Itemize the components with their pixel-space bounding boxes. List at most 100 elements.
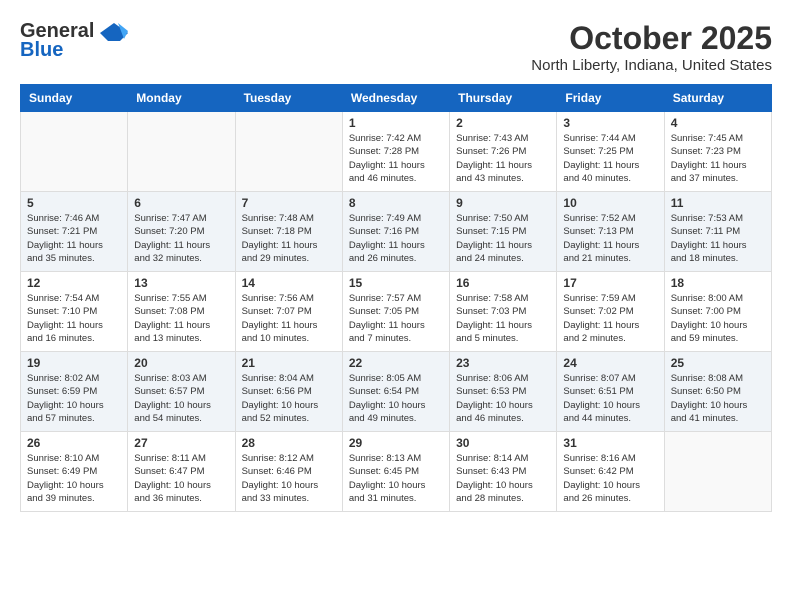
day-number: 13 [134,276,228,290]
calendar-week-row: 26 Sunrise: 8:10 AM Sunset: 6:49 PM Dayli… [21,432,772,512]
calendar-week-row: 5 Sunrise: 7:46 AM Sunset: 7:21 PM Daylig… [21,192,772,272]
day-info: Sunrise: 7:58 AM Sunset: 7:03 PM Dayligh… [456,292,550,345]
day-info: Sunrise: 7:44 AM Sunset: 7:25 PM Dayligh… [563,132,657,185]
day-number: 16 [456,276,550,290]
calendar-day-cell: 13 Sunrise: 7:55 AM Sunset: 7:08 PM Dayli… [128,272,235,352]
day-number: 8 [349,196,443,210]
day-info: Sunrise: 8:07 AM Sunset: 6:51 PM Dayligh… [563,372,657,425]
calendar-day-cell [21,112,128,192]
day-info: Sunrise: 7:47 AM Sunset: 7:20 PM Dayligh… [134,212,228,265]
calendar-day-cell: 21 Sunrise: 8:04 AM Sunset: 6:56 PM Dayli… [235,352,342,432]
day-info: Sunrise: 7:50 AM Sunset: 7:15 PM Dayligh… [456,212,550,265]
calendar-week-row: 1 Sunrise: 7:42 AM Sunset: 7:28 PM Daylig… [21,112,772,192]
page-header: General Blue October 2025 North Liberty,… [20,20,772,74]
day-number: 5 [27,196,121,210]
day-info: Sunrise: 7:55 AM Sunset: 7:08 PM Dayligh… [134,292,228,345]
weekday-header-sunday: Sunday [21,85,128,112]
day-number: 26 [27,436,121,450]
weekday-header-row: SundayMondayTuesdayWednesdayThursdayFrid… [21,85,772,112]
calendar-day-cell: 20 Sunrise: 8:03 AM Sunset: 6:57 PM Dayli… [128,352,235,432]
calendar-week-row: 12 Sunrise: 7:54 AM Sunset: 7:10 PM Dayli… [21,272,772,352]
day-number: 28 [242,436,336,450]
calendar-day-cell: 1 Sunrise: 7:42 AM Sunset: 7:28 PM Daylig… [342,112,449,192]
day-info: Sunrise: 7:42 AM Sunset: 7:28 PM Dayligh… [349,132,443,185]
calendar-day-cell: 31 Sunrise: 8:16 AM Sunset: 6:42 PM Dayli… [557,432,664,512]
day-info: Sunrise: 8:13 AM Sunset: 6:45 PM Dayligh… [349,452,443,505]
weekday-header-monday: Monday [128,85,235,112]
calendar-day-cell: 2 Sunrise: 7:43 AM Sunset: 7:26 PM Daylig… [450,112,557,192]
day-number: 25 [671,356,765,370]
day-info: Sunrise: 7:54 AM Sunset: 7:10 PM Dayligh… [27,292,121,345]
calendar-day-cell [235,112,342,192]
day-number: 2 [456,116,550,130]
day-info: Sunrise: 8:02 AM Sunset: 6:59 PM Dayligh… [27,372,121,425]
day-info: Sunrise: 7:46 AM Sunset: 7:21 PM Dayligh… [27,212,121,265]
day-info: Sunrise: 7:57 AM Sunset: 7:05 PM Dayligh… [349,292,443,345]
day-number: 4 [671,116,765,130]
day-number: 30 [456,436,550,450]
day-number: 11 [671,196,765,210]
weekday-header-saturday: Saturday [664,85,771,112]
day-info: Sunrise: 7:53 AM Sunset: 7:11 PM Dayligh… [671,212,765,265]
location: North Liberty, Indiana, United States [531,57,772,74]
calendar-day-cell: 15 Sunrise: 7:57 AM Sunset: 7:05 PM Dayli… [342,272,449,352]
day-number: 15 [349,276,443,290]
day-info: Sunrise: 7:56 AM Sunset: 7:07 PM Dayligh… [242,292,336,345]
day-number: 1 [349,116,443,130]
day-number: 20 [134,356,228,370]
calendar-day-cell [664,432,771,512]
day-number: 6 [134,196,228,210]
day-number: 3 [563,116,657,130]
day-info: Sunrise: 7:59 AM Sunset: 7:02 PM Dayligh… [563,292,657,345]
calendar-day-cell: 11 Sunrise: 7:53 AM Sunset: 7:11 PM Dayli… [664,192,771,272]
calendar-day-cell: 6 Sunrise: 7:47 AM Sunset: 7:20 PM Daylig… [128,192,235,272]
weekday-header-friday: Friday [557,85,664,112]
month-title: October 2025 [531,20,772,57]
calendar-day-cell: 18Sunrise: 8:00 AM Sunset: 7:00 PM Dayli… [664,272,771,352]
day-info: Sunrise: 8:05 AM Sunset: 6:54 PM Dayligh… [349,372,443,425]
calendar-day-cell: 17Sunrise: 7:59 AM Sunset: 7:02 PM Dayli… [557,272,664,352]
day-info: Sunrise: 7:52 AM Sunset: 7:13 PM Dayligh… [563,212,657,265]
calendar-day-cell: 29Sunrise: 8:13 AM Sunset: 6:45 PM Dayli… [342,432,449,512]
day-info: Sunrise: 8:11 AM Sunset: 6:47 PM Dayligh… [134,452,228,505]
weekday-header-wednesday: Wednesday [342,85,449,112]
calendar-day-cell: 8 Sunrise: 7:49 AM Sunset: 7:16 PM Daylig… [342,192,449,272]
weekday-header-thursday: Thursday [450,85,557,112]
day-number: 12 [27,276,121,290]
calendar-day-cell [128,112,235,192]
calendar-day-cell: 9 Sunrise: 7:50 AM Sunset: 7:15 PM Daylig… [450,192,557,272]
day-info: Sunrise: 7:43 AM Sunset: 7:26 PM Dayligh… [456,132,550,185]
day-info: Sunrise: 7:49 AM Sunset: 7:16 PM Dayligh… [349,212,443,265]
day-info: Sunrise: 8:00 AM Sunset: 7:00 PM Dayligh… [671,292,765,345]
title-area: October 2025 North Liberty, Indiana, Uni… [531,20,772,74]
day-number: 22 [349,356,443,370]
day-number: 21 [242,356,336,370]
day-info: Sunrise: 8:06 AM Sunset: 6:53 PM Dayligh… [456,372,550,425]
day-info: Sunrise: 8:04 AM Sunset: 6:56 PM Dayligh… [242,372,336,425]
calendar-day-cell: 4Sunrise: 7:45 AM Sunset: 7:23 PM Daylig… [664,112,771,192]
day-number: 10 [563,196,657,210]
day-number: 31 [563,436,657,450]
calendar-day-cell: 23 Sunrise: 8:06 AM Sunset: 6:53 PM Dayli… [450,352,557,432]
day-number: 23 [456,356,550,370]
calendar-day-cell: 30Sunrise: 8:14 AM Sunset: 6:43 PM Dayli… [450,432,557,512]
calendar-day-cell: 27Sunrise: 8:11 AM Sunset: 6:47 PM Dayli… [128,432,235,512]
day-number: 14 [242,276,336,290]
logo-icon [98,21,130,43]
day-number: 24 [563,356,657,370]
calendar-week-row: 19Sunrise: 8:02 AM Sunset: 6:59 PM Dayli… [21,352,772,432]
day-info: Sunrise: 8:16 AM Sunset: 6:42 PM Dayligh… [563,452,657,505]
calendar-day-cell: 3 Sunrise: 7:44 AM Sunset: 7:25 PM Daylig… [557,112,664,192]
day-number: 9 [456,196,550,210]
logo-text-blue: Blue [20,39,63,62]
calendar-day-cell: 10 Sunrise: 7:52 AM Sunset: 7:13 PM Dayli… [557,192,664,272]
calendar-day-cell: 25Sunrise: 8:08 AM Sunset: 6:50 PM Dayli… [664,352,771,432]
day-info: Sunrise: 8:10 AM Sunset: 6:49 PM Dayligh… [27,452,121,505]
calendar-day-cell: 24 Sunrise: 8:07 AM Sunset: 6:51 PM Dayli… [557,352,664,432]
logo: General Blue [20,20,130,62]
calendar-day-cell: 5 Sunrise: 7:46 AM Sunset: 7:21 PM Daylig… [21,192,128,272]
day-info: Sunrise: 8:03 AM Sunset: 6:57 PM Dayligh… [134,372,228,425]
calendar-day-cell: 22 Sunrise: 8:05 AM Sunset: 6:54 PM Dayli… [342,352,449,432]
calendar-day-cell: 16 Sunrise: 7:58 AM Sunset: 7:03 PM Dayli… [450,272,557,352]
weekday-header-tuesday: Tuesday [235,85,342,112]
